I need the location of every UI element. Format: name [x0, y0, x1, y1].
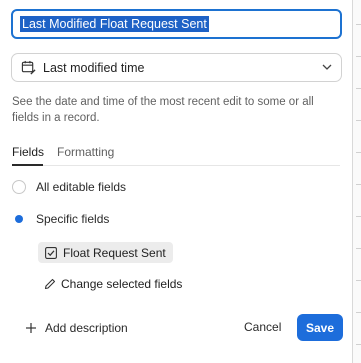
grid-line [356, 312, 361, 313]
field-type-select[interactable]: Last modified time [11, 53, 342, 82]
cancel-button[interactable]: Cancel [244, 320, 281, 334]
field-name-selected-text: Last Modified Float Request Sent [20, 16, 209, 32]
tab-fields[interactable]: Fields [12, 145, 44, 159]
chevron-down-icon [322, 64, 332, 70]
background-grid-edge [353, 0, 361, 363]
checkbox-icon [45, 246, 57, 259]
grid-line [356, 184, 361, 185]
grid-line [356, 248, 361, 249]
selected-field-label: Float Request Sent [63, 245, 166, 260]
tab-divider [12, 165, 340, 166]
grid-line [356, 344, 361, 345]
grid-line [356, 120, 361, 121]
radio-selected-dot [15, 215, 23, 223]
change-selected-fields-label: Change selected fields [61, 277, 183, 291]
radio-specific-fields[interactable] [12, 212, 26, 226]
field-type-label: Last modified time [43, 61, 145, 75]
radio-label-all-editable[interactable]: All editable fields [36, 180, 126, 194]
active-tab-indicator [12, 164, 43, 166]
radio-all-editable-fields[interactable] [12, 180, 26, 194]
grid-line [356, 56, 361, 57]
plus-icon [26, 323, 36, 333]
tab-formatting[interactable]: Formatting [57, 145, 114, 159]
field-config-panel: Last Modified Float Request Sent Last mo… [0, 0, 353, 363]
add-description-button[interactable]: Add description [25, 319, 128, 337]
calendar-edit-icon [21, 60, 36, 75]
grid-line [356, 88, 361, 89]
field-type-description: See the date and time of the most recent… [12, 96, 314, 124]
grid-line [356, 280, 361, 281]
save-button[interactable]: Save [297, 314, 343, 341]
change-selected-fields-button[interactable]: Change selected fields [44, 276, 182, 292]
grid-line [356, 216, 361, 217]
radio-label-specific[interactable]: Specific fields [36, 212, 109, 226]
selected-field-chip: Float Request Sent [38, 242, 173, 263]
pencil-icon [44, 278, 56, 290]
grid-line [356, 152, 361, 153]
grid-line [356, 24, 361, 25]
add-description-label: Add description [45, 321, 128, 335]
field-name-input[interactable]: Last Modified Float Request Sent [11, 9, 342, 39]
